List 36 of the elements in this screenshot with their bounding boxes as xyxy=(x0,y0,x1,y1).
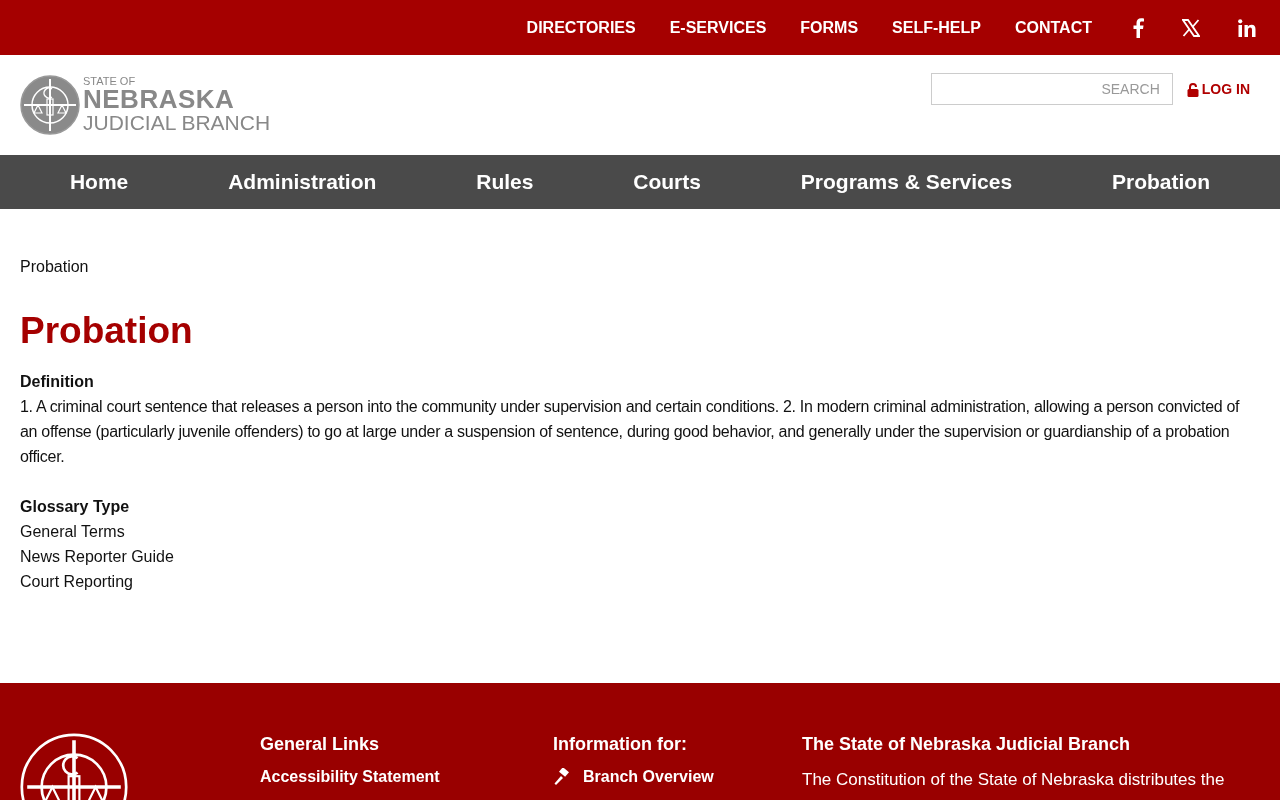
nav-item[interactable]: Courts xyxy=(633,166,701,198)
nav-item[interactable]: Probation xyxy=(1112,166,1210,198)
footer-heading: The State of Nebraska Judicial Branch xyxy=(802,733,1132,755)
glossary-type-item: Court Reporting xyxy=(20,572,134,592)
logo-text: STATE OF xyxy=(83,75,137,87)
nav-item[interactable]: Rules xyxy=(476,166,534,198)
top-link[interactable]: FORMS xyxy=(800,15,859,40)
footer-text: The Constitution of the State of Nebraska distributes the xyxy=(802,769,1226,791)
page-title: Probation xyxy=(20,309,194,353)
footer-link[interactable]: Branch Overview xyxy=(553,765,802,789)
top-link[interactable]: DIRECTORIES xyxy=(526,15,636,40)
top-link[interactable]: E-SERVICES xyxy=(669,15,767,40)
login-link[interactable]: LOG IN xyxy=(1186,79,1250,100)
nav-item[interactable]: Home xyxy=(69,166,129,198)
logo-text: JUDICIAL BRANCH xyxy=(83,111,271,135)
definition-label: Definition xyxy=(20,372,95,392)
glossary-type-item: General Terms xyxy=(20,522,126,542)
nav-item[interactable]: Programs & Services xyxy=(800,166,1013,198)
unlocked-padlock-icon xyxy=(1186,82,1199,97)
linkedin-icon[interactable] xyxy=(1238,18,1256,37)
seal-logo-icon xyxy=(20,75,80,135)
nav-item[interactable]: Administration xyxy=(228,166,377,198)
footer-link[interactable]: Accessibility Statement xyxy=(260,765,553,789)
breadcrumb[interactable]: Probation xyxy=(20,255,1260,279)
definition-text: 1. A criminal court sentence that releases a person into the community under supervision and certain conditions. 2. In modern criminal administration, allowing a person convicted of an offense (particularly juvenile offenders) to go at large under a suspension of sentence, during good behavior, and generally under the supervision or guardianship of a probation officer. xyxy=(20,397,1241,467)
top-link[interactable]: CONTACT xyxy=(1014,15,1092,40)
gavel-icon xyxy=(553,768,571,786)
search-field[interactable]: SEARCH xyxy=(930,73,1173,105)
footer-heading: Information for: xyxy=(553,733,688,755)
top-link[interactable]: SELF-HELP xyxy=(892,15,981,40)
facebook-icon[interactable] xyxy=(1132,17,1144,38)
footer-heading: General Links xyxy=(260,733,381,755)
x-logo-icon[interactable] xyxy=(1182,18,1200,37)
glossary-type-label: Glossary Type xyxy=(20,497,131,517)
glossary-type-item: News Reporter Guide xyxy=(20,547,175,567)
logo-text: NEBRASKA xyxy=(83,87,236,111)
